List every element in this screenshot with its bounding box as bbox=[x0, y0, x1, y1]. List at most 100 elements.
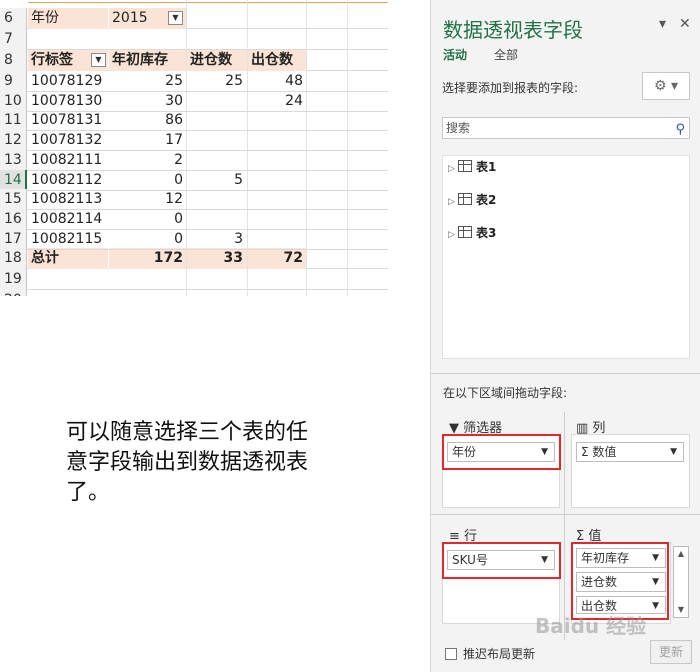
field-list[interactable]: ▷ 表1 ▷ 表2 ▷ 表3 bbox=[442, 155, 690, 359]
row-number[interactable]: 19 bbox=[0, 269, 27, 290]
open-stock-cell[interactable]: 0 bbox=[109, 229, 186, 250]
expand-arrow-icon[interactable]: ▷ bbox=[448, 193, 458, 211]
pivot-header-row[interactable]: 8 行标签 ▼ 年初库存 进仓数 出仓数 bbox=[0, 50, 388, 71]
search-input[interactable]: 搜索 ⚲ bbox=[442, 117, 690, 139]
open-stock-cell[interactable]: 2 bbox=[109, 150, 186, 171]
row-number[interactable]: 18 bbox=[0, 248, 27, 269]
table-row[interactable]: 17 10082115 0 3 bbox=[0, 228, 388, 250]
scroll-up-icon[interactable]: ▲ bbox=[674, 547, 688, 561]
row-number[interactable]: 17 bbox=[0, 228, 27, 250]
row-number[interactable]: 11 bbox=[0, 110, 27, 132]
column-field-pill[interactable]: Σ 数值 ▼ bbox=[576, 442, 684, 462]
row-label-cell[interactable]: 10078129 bbox=[28, 71, 108, 92]
row-number[interactable]: 15 bbox=[0, 189, 27, 211]
row-label-cell[interactable]: 10082111 bbox=[28, 150, 108, 171]
empty-row[interactable]: 20 bbox=[0, 290, 388, 296]
inbound-cell[interactable] bbox=[187, 209, 247, 230]
update-button[interactable]: 更新 bbox=[650, 640, 692, 664]
expand-arrow-icon[interactable]: ▷ bbox=[448, 160, 458, 178]
expand-arrow-icon[interactable]: ▷ bbox=[448, 226, 458, 244]
inbound-cell[interactable] bbox=[187, 150, 247, 171]
pivot-field-pane[interactable]: 数据透视表字段 ▾ ✕ 活动 全部 选择要添加到报表的字段: ⚙ ▾ 搜索 ⚲ … bbox=[430, 0, 700, 672]
gear-icon[interactable]: ⚙ ▾ bbox=[642, 72, 690, 100]
inbound-cell[interactable]: 25 bbox=[187, 71, 247, 92]
outbound-cell[interactable] bbox=[248, 189, 306, 210]
inbound-cell[interactable] bbox=[187, 130, 247, 151]
outbound-cell[interactable]: 48 bbox=[248, 71, 306, 92]
table-row[interactable]: 12 10078132 17 bbox=[0, 130, 388, 152]
table-row[interactable]: 9 10078129 25 25 48 bbox=[0, 71, 388, 92]
defer-update-option[interactable]: 推迟布局更新 bbox=[445, 645, 535, 662]
outbound-cell[interactable] bbox=[248, 110, 306, 131]
header-inbound[interactable]: 进仓数 bbox=[187, 50, 247, 71]
total-row[interactable]: 18 总计 172 33 72 bbox=[0, 248, 388, 269]
table-row[interactable]: 16 10082114 0 bbox=[0, 208, 388, 230]
outbound-cell[interactable]: 24 bbox=[248, 91, 306, 112]
row-label-cell[interactable]: 10078131 bbox=[28, 110, 108, 131]
field-table-1[interactable]: ▷ 表1 bbox=[448, 158, 496, 176]
row-label-cell[interactable]: 10078132 bbox=[28, 130, 108, 151]
scroll-down-icon[interactable]: ▼ bbox=[674, 603, 688, 617]
header-open-stock[interactable]: 年初库存 bbox=[109, 50, 186, 71]
row-label-cell[interactable]: 10082113 bbox=[28, 189, 108, 210]
total-outbound[interactable]: 72 bbox=[248, 248, 306, 269]
open-stock-cell[interactable]: 17 bbox=[109, 130, 186, 151]
table-row[interactable]: 11 10078131 86 bbox=[0, 110, 388, 132]
inbound-cell[interactable]: 5 bbox=[187, 170, 247, 191]
field-table-3[interactable]: ▷ 表3 bbox=[448, 224, 496, 242]
row-label-cell[interactable]: 10082112 bbox=[28, 170, 108, 191]
row-number[interactable]: 6 bbox=[0, 8, 27, 29]
defer-update-checkbox[interactable] bbox=[445, 648, 457, 660]
table-row[interactable]: 15 10082113 12 bbox=[0, 189, 388, 211]
values-scrollbar[interactable]: ▲ ▼ bbox=[673, 546, 689, 618]
outbound-cell[interactable] bbox=[248, 209, 306, 230]
open-stock-cell[interactable]: 25 bbox=[109, 71, 186, 92]
blank-row[interactable]: 7 bbox=[0, 29, 388, 50]
row-label-cell[interactable]: 10082114 bbox=[28, 209, 108, 230]
row-label-cell[interactable]: 10078130 bbox=[28, 91, 108, 112]
empty-row[interactable]: 19 bbox=[0, 269, 388, 290]
total-inbound[interactable]: 33 bbox=[187, 248, 247, 269]
inbound-cell[interactable] bbox=[187, 110, 247, 131]
table-row[interactable]: 10 10078130 30 24 bbox=[0, 90, 388, 112]
table-row[interactable]: 13 10082111 2 bbox=[0, 149, 388, 171]
chevron-down-icon[interactable]: ▼ bbox=[670, 443, 677, 461]
outbound-cell[interactable] bbox=[248, 229, 306, 250]
outbound-cell[interactable] bbox=[248, 130, 306, 151]
pane-options-chevron-icon[interactable]: ▾ bbox=[659, 16, 666, 32]
filter-row[interactable]: 6 年份 2015 ▼ bbox=[0, 8, 388, 29]
open-stock-cell[interactable]: 30 bbox=[109, 91, 186, 112]
row-number[interactable]: 20 bbox=[0, 290, 27, 296]
row-number[interactable]: 8 bbox=[0, 50, 27, 71]
row-label-cell[interactable]: 10082115 bbox=[28, 229, 108, 250]
open-stock-cell[interactable]: 0 bbox=[109, 209, 186, 230]
field-table-2[interactable]: ▷ 表2 bbox=[448, 191, 496, 209]
filter-label[interactable]: 年份 bbox=[28, 8, 108, 29]
search-icon[interactable]: ⚲ bbox=[675, 120, 685, 140]
open-stock-cell[interactable]: 12 bbox=[109, 189, 186, 210]
tab-all[interactable]: 全部 bbox=[494, 46, 518, 63]
total-label[interactable]: 总计 bbox=[28, 248, 108, 269]
inbound-cell[interactable] bbox=[187, 189, 247, 210]
filter-funnel-icon[interactable]: ▼ bbox=[168, 11, 183, 25]
row-number[interactable]: 7 bbox=[0, 29, 27, 50]
row-number[interactable]: 9 bbox=[0, 71, 27, 92]
row-number[interactable]: 14 bbox=[0, 169, 27, 191]
row-label-filter-icon[interactable]: ▼ bbox=[91, 53, 106, 67]
inbound-cell[interactable] bbox=[187, 91, 247, 112]
total-open-stock[interactable]: 172 bbox=[109, 248, 186, 269]
row-number[interactable]: 16 bbox=[0, 208, 27, 230]
inbound-cell[interactable]: 3 bbox=[187, 229, 247, 250]
open-stock-cell[interactable]: 0 bbox=[109, 170, 186, 191]
row-number[interactable]: 13 bbox=[0, 149, 27, 171]
header-outbound[interactable]: 出仓数 bbox=[248, 50, 306, 71]
table-row[interactable]: 14 10082112 0 5 bbox=[0, 169, 388, 191]
row-number[interactable]: 12 bbox=[0, 130, 27, 152]
spreadsheet-grid[interactable]: 6 年份 2015 ▼ 7 8 行标签 ▼ 年初库存 进仓数 出仓数 18 总计… bbox=[0, 0, 388, 296]
row-number[interactable]: 10 bbox=[0, 90, 27, 112]
open-stock-cell[interactable]: 86 bbox=[109, 110, 186, 131]
tab-active[interactable]: 活动 bbox=[443, 46, 467, 63]
close-icon[interactable]: ✕ bbox=[679, 16, 691, 32]
outbound-cell[interactable] bbox=[248, 170, 306, 191]
outbound-cell[interactable] bbox=[248, 150, 306, 171]
